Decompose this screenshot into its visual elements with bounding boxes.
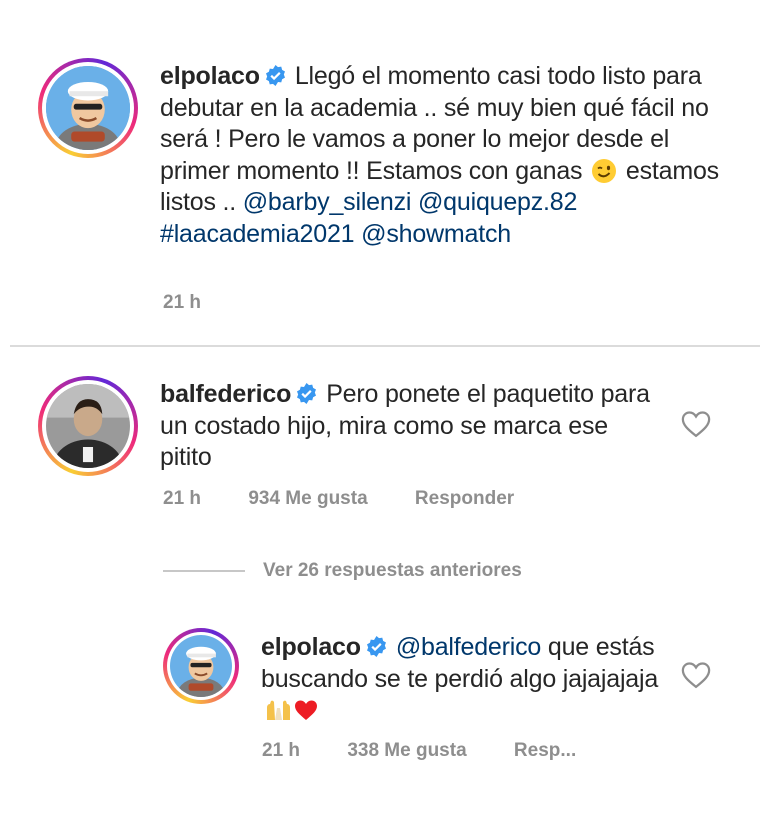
reply-time: 21 h — [262, 740, 301, 761]
post-username[interactable]: elpolaco — [160, 62, 260, 90]
view-replies-label[interactable]: Ver 26 respuestas anteriores — [263, 560, 522, 582]
hashtag-link[interactable]: #laacademia2021 — [160, 220, 355, 248]
raised-hands-emoji — [267, 700, 290, 720]
mention-link[interactable]: @barby_silenzi — [243, 188, 412, 216]
verified-badge-icon — [265, 64, 285, 87]
heart-icon[interactable] — [681, 410, 711, 438]
comment-likes[interactable]: 934 Me gusta — [248, 488, 367, 509]
divider — [10, 345, 760, 347]
reply-text-block: elpolaco @balfederico que estás buscando … — [261, 632, 661, 727]
reply-username[interactable]: elpolaco — [261, 633, 361, 661]
post-time: 21 h — [163, 292, 202, 313]
reply-likes[interactable]: 338 Me gusta — [347, 740, 466, 761]
red-heart-emoji — [295, 700, 317, 720]
heart-icon[interactable] — [681, 661, 711, 689]
comment-username[interactable]: balfederico — [160, 380, 291, 408]
reply-meta: 21 h 338 Me gusta Resp... — [262, 740, 576, 762]
comment-time: 21 h — [163, 488, 202, 509]
avatar-elpolaco-reply[interactable] — [163, 628, 239, 704]
comment-text-block: balfederico Pero ponete el paquetito para… — [160, 379, 660, 474]
reply-button[interactable]: Resp... — [514, 740, 576, 761]
profile-photo-image — [46, 384, 130, 468]
winking-face-emoji — [592, 158, 617, 183]
view-replies-line — [163, 570, 245, 572]
mention-link[interactable]: @quiquepz.82 — [418, 188, 577, 216]
mention-link[interactable]: @showmatch — [361, 220, 511, 248]
verified-badge-icon — [366, 635, 386, 658]
avatar-balfederico[interactable] — [38, 376, 138, 476]
comment-meta: 21 h 934 Me gusta Responder — [163, 488, 514, 510]
post-meta: 21 h — [163, 292, 243, 314]
cartoon-avatar-image — [170, 635, 232, 697]
post-caption: elpolaco Llegó el momento casi todo listo… — [160, 61, 720, 250]
verified-badge-icon — [297, 382, 317, 405]
reply-button[interactable]: Responder — [415, 488, 514, 509]
cartoon-avatar-image — [46, 66, 130, 150]
mention-link[interactable]: @balfederico — [396, 633, 541, 661]
view-replies[interactable]: Ver 26 respuestas anteriores — [163, 560, 522, 582]
avatar-elpolaco-post[interactable] — [38, 58, 138, 158]
